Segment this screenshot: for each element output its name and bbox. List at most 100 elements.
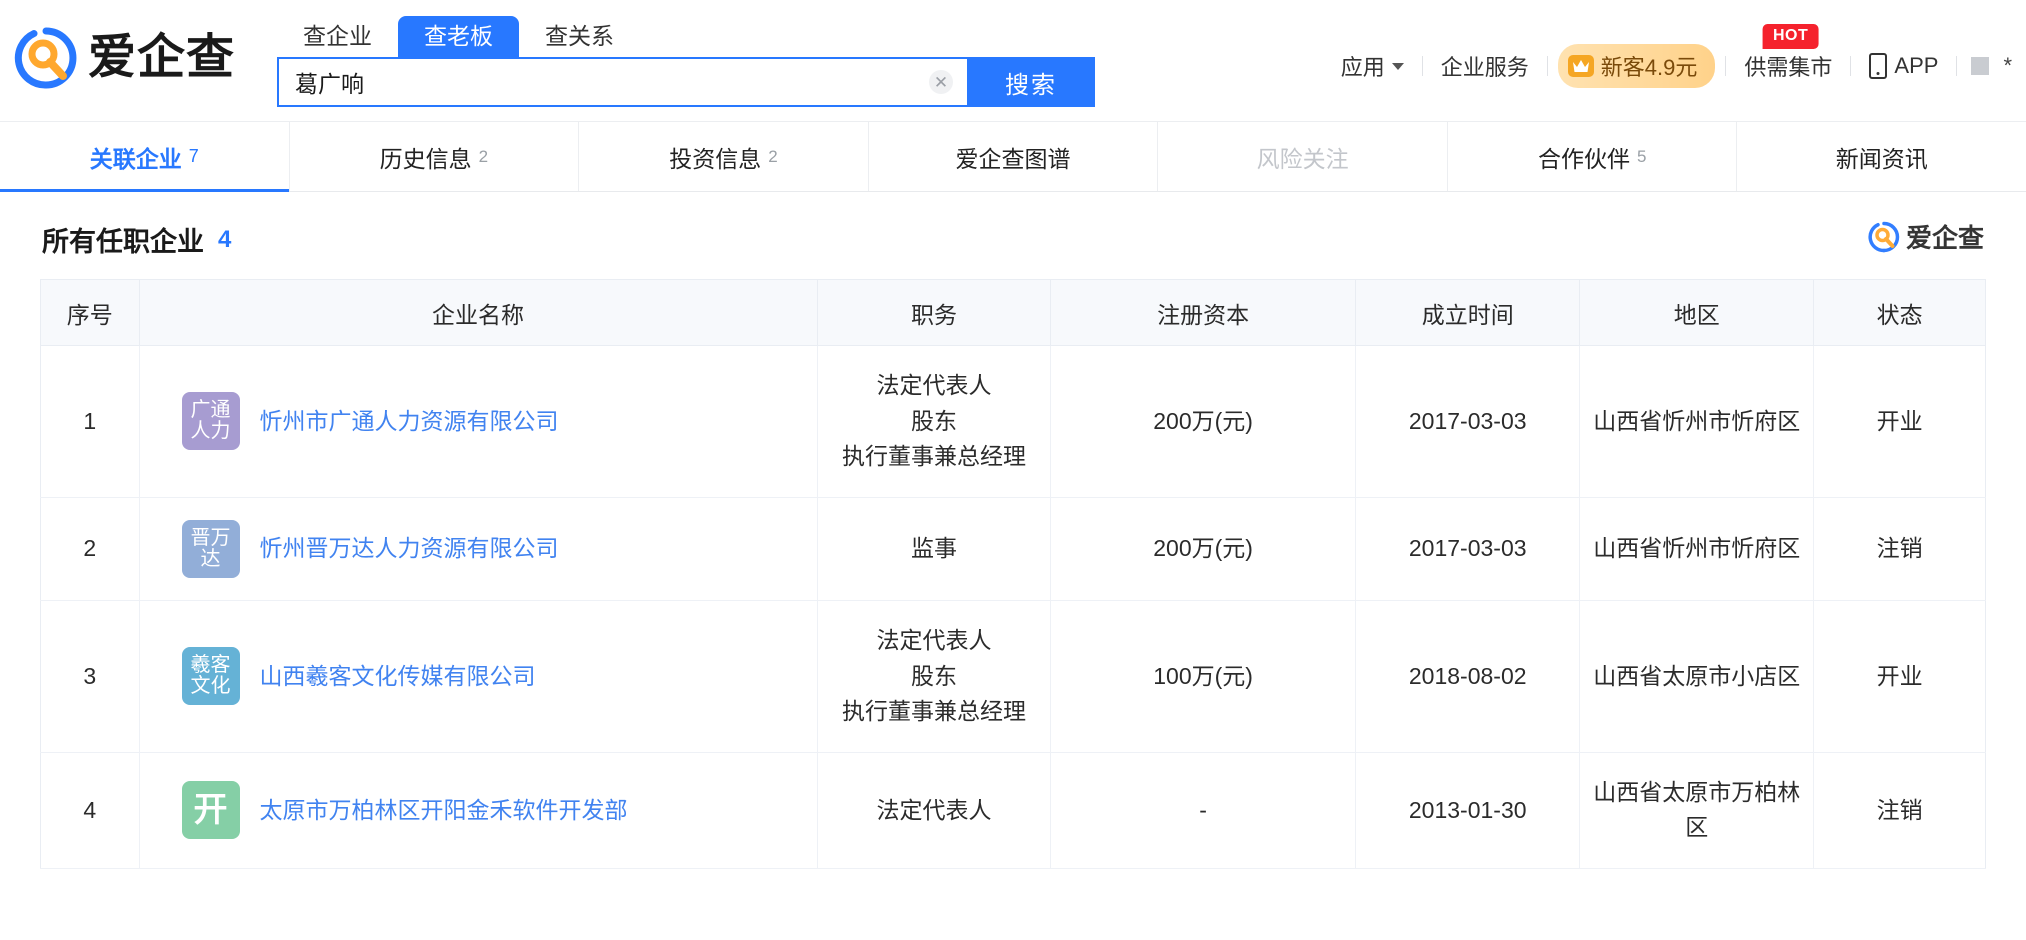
nav-apps-label: 应用 <box>1340 55 1385 80</box>
cell-company-name: 晋万达忻州晋万达人力资源有限公司 <box>139 497 818 601</box>
cell-index: 2 <box>40 497 140 601</box>
cell-registered-capital: - <box>1050 752 1356 870</box>
nav-divider <box>1956 56 1958 76</box>
cell-index: 3 <box>40 600 140 753</box>
search-tab-relation[interactable]: 查关系 <box>519 16 640 58</box>
tab-label: 历史信息 <box>379 145 472 172</box>
positions-table: 序号 企业名称 职务 注册资本 成立时间 地区 状态 1 广通 人力 忻州市广通人力资… <box>40 279 1986 870</box>
site-header: 爱企查 查企业 查老板 查关系 ✕ 搜索 应用 企业服务 新客4.9元 HOT <box>0 0 2026 122</box>
tab-count: 2 <box>478 146 489 166</box>
tab-label: 新闻资讯 <box>1835 145 1928 172</box>
cell-role: 法定代表人 股东 执行董事兼总经理 <box>817 345 1052 498</box>
company-logo-badge: 晋万达 <box>181 519 240 578</box>
cell-establish-date: 2013-01-30 <box>1355 752 1581 870</box>
nav-enterprise-service[interactable]: 企业服务 <box>1423 50 1547 82</box>
company-logo-badge: 羲客 文化 <box>181 647 240 706</box>
cell-establish-date: 2017-03-03 <box>1355 497 1581 601</box>
nav-app-download[interactable]: APP <box>1851 53 1956 79</box>
tab-news[interactable]: 新闻资讯 <box>1737 122 2026 191</box>
watermark-logo-text: 爱企查 <box>1905 223 1984 253</box>
crown-icon <box>1567 55 1594 77</box>
search-tab-boss[interactable]: 查老板 <box>398 16 519 58</box>
tab-investment-info[interactable]: 投资信息 2 <box>579 122 869 191</box>
cell-registered-capital: 100万(元) <box>1050 600 1356 753</box>
page-title: 所有任职企业 <box>42 227 204 257</box>
section-header: 所有任职企业 4 <box>40 192 1986 279</box>
th-capital: 注册资本 <box>1050 279 1356 346</box>
status-badge: 开业 <box>1813 345 1986 498</box>
search-input[interactable] <box>279 68 967 96</box>
tab-graph[interactable]: 爱企查图谱 <box>869 122 1159 191</box>
tab-label: 爱企查图谱 <box>955 145 1071 172</box>
tab-risk-watch[interactable]: 风险关注 <box>1158 122 1448 191</box>
th-role: 职务 <box>817 279 1052 346</box>
section-count: 4 <box>218 225 232 253</box>
site-logo-text: 爱企查 <box>88 31 236 84</box>
table-row: 3 羲客 文化 山西羲客文化传媒有限公司 法定代表人 股东 执行董事兼总经理 100万(元… <box>40 600 1986 753</box>
cell-establish-date: 2017-03-03 <box>1355 345 1581 498</box>
company-name-link[interactable]: 忻州市广通人力资源有限公司 <box>260 404 559 440</box>
cell-area: 山西省忻州市忻府区 <box>1579 345 1815 498</box>
nav-divider <box>1546 56 1548 76</box>
tab-label: 投资信息 <box>669 145 762 172</box>
clear-icon[interactable]: ✕ <box>929 70 953 94</box>
cell-area: 山西省太原市小店区 <box>1579 600 1815 753</box>
tab-history-info[interactable]: 历史信息 2 <box>290 122 580 191</box>
search-mode-tabs: 查企业 查老板 查关系 <box>277 16 640 58</box>
aiqicha-logo-icon <box>1868 221 1900 252</box>
cell-company-name: 羲客 文化 山西羲客文化传媒有限公司 <box>139 600 818 753</box>
nav-marketplace[interactable]: HOT 供需集市 <box>1726 24 1850 82</box>
nav-marketplace-label: 供需集市 <box>1744 55 1833 80</box>
aiqicha-logo-icon <box>14 27 77 89</box>
hot-badge: HOT <box>1762 24 1819 49</box>
search-input-wrapper: ✕ <box>277 57 967 107</box>
th-date: 成立时间 <box>1355 279 1581 346</box>
tab-label: 关联企业 <box>89 145 182 172</box>
company-name-link[interactable]: 山西羲客文化传媒有限公司 <box>260 659 536 695</box>
company-name-link[interactable]: 忻州晋万达人力资源有限公司 <box>260 531 559 567</box>
search-bar: ✕ 搜索 <box>277 57 1095 107</box>
table-row: 4 开太原市万柏林区开阳金禾软件开发部 法定代表人 -2013-01-30 山西省太原市… <box>40 752 1986 870</box>
tab-count: 2 <box>768 146 778 166</box>
status-badge: 开业 <box>1813 600 1986 753</box>
cell-establish-date: 2018-08-02 <box>1355 600 1581 753</box>
cell-role: 监事 <box>817 497 1052 601</box>
cell-registered-capital: 200万(元) <box>1050 345 1356 498</box>
th-status: 状态 <box>1813 279 1986 346</box>
tab-label: 风险关注 <box>1256 145 1349 172</box>
table-row: 1 广通 人力 忻州市广通人力资源有限公司 法定代表人 股东 执行董事兼总经理 200万(… <box>40 345 1986 498</box>
table-body: 1 广通 人力 忻州市广通人力资源有限公司 法定代表人 股东 执行董事兼总经理 200万(… <box>40 345 1986 870</box>
cell-role: 法定代表人 <box>817 752 1052 870</box>
window-placeholder-icon[interactable] <box>1971 57 1990 75</box>
tab-count: 7 <box>188 146 199 166</box>
content-area: 所有任职企业 4 爱企查 序号 企业名称 职务 注册资本 成立时间 地区 状态 <box>0 192 2026 870</box>
company-name-link[interactable]: 太原市万柏林区开阳金禾软件开发部 <box>260 793 628 829</box>
tab-partners[interactable]: 合作伙伴 5 <box>1448 122 1738 191</box>
site-logo[interactable]: 爱企查 <box>14 26 235 90</box>
table-row: 2 晋万达忻州晋万达人力资源有限公司 监事 200万(元) 2017-03-03 山西省忻… <box>40 497 1986 601</box>
search-tab-company[interactable]: 查企业 <box>277 16 398 58</box>
cell-index: 4 <box>40 752 140 870</box>
phone-icon <box>1869 53 1888 79</box>
company-logo-badge: 广通 人力 <box>181 392 240 451</box>
cell-registered-capital: 200万(元) <box>1050 497 1356 601</box>
th-index: 序号 <box>40 279 140 346</box>
nav-new-customer-label: 新客4.9元 <box>1600 55 1698 80</box>
tab-label: 合作伙伴 <box>1537 145 1630 172</box>
chevron-down-icon <box>1391 62 1404 70</box>
cell-company-name: 开太原市万柏林区开阳金禾软件开发部 <box>139 752 818 870</box>
company-logo-badge: 开 <box>181 781 240 840</box>
cell-company-name: 广通 人力 忻州市广通人力资源有限公司 <box>139 345 818 498</box>
status-badge: 注销 <box>1813 752 1986 870</box>
watermark-logo: 爱企查 <box>1868 218 1984 255</box>
status-badge: 注销 <box>1813 497 1986 601</box>
nav-new-customer-promo[interactable]: 新客4.9元 <box>1557 44 1716 88</box>
tab-related-companies[interactable]: 关联企业 7 <box>0 122 290 192</box>
th-name: 企业名称 <box>139 279 818 346</box>
search-button[interactable]: 搜索 <box>967 57 1095 107</box>
table-header-row: 序号 企业名称 职务 注册资本 成立时间 地区 状态 <box>40 279 1986 346</box>
th-area: 地区 <box>1579 279 1815 346</box>
nav-app-label: APP <box>1894 53 1939 78</box>
cell-index: 1 <box>40 345 140 498</box>
nav-apps[interactable]: 应用 <box>1323 50 1422 82</box>
